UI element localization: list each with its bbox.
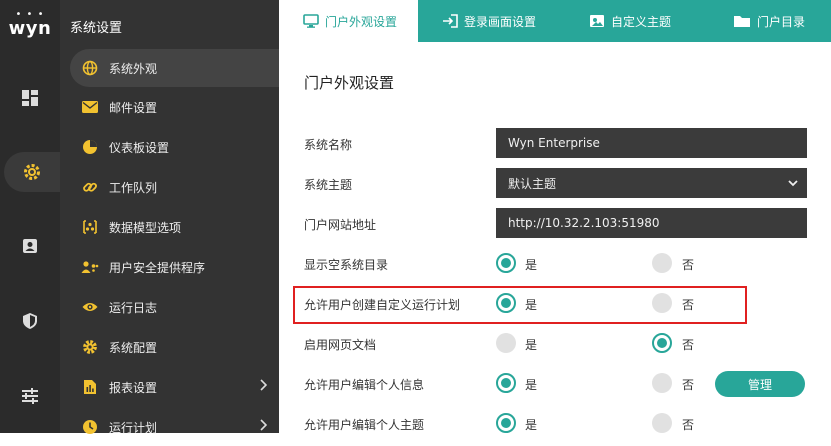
portal-url-value: http://10.32.2.103:51980 <box>508 216 660 230</box>
menu-item-label: 数据模型选项 <box>109 220 182 235</box>
user-card-icon <box>23 239 37 253</box>
tab-label: 自定义主题 <box>611 14 672 29</box>
dashboard-icon <box>22 90 38 106</box>
menu-item-system-config[interactable]: 系统配置 <box>70 328 279 366</box>
tab-login-screen[interactable]: 登录画面设置 <box>442 0 536 42</box>
menu-item-report-settings[interactable]: 报表设置 <box>70 368 279 406</box>
report-icon <box>80 377 100 397</box>
portal-url-input[interactable]: http://10.32.2.103:51980 <box>496 208 807 238</box>
cog-icon <box>80 337 100 357</box>
tab-label: 登录画面设置 <box>464 14 537 29</box>
model-icon <box>80 217 100 237</box>
menu-item-label: 工作队列 <box>109 180 158 195</box>
tab-custom-theme[interactable]: 自定义主题 <box>589 0 671 42</box>
logo-text: wyn <box>8 18 52 39</box>
rail-security-button[interactable] <box>0 301 60 341</box>
option-label: 启用网页文档 <box>304 338 377 352</box>
option-yes-radio[interactable] <box>496 333 516 353</box>
option-yes-radio[interactable] <box>496 253 516 273</box>
menu-item-work-queue[interactable]: 工作队列 <box>70 168 279 206</box>
eye-icon <box>80 297 100 317</box>
settings-menu: 系统设置 系统外观 邮件设置 仪表板设置 工作队列 数据模型选项 用户安全提供程… <box>60 0 279 435</box>
tab-portal-appearance[interactable]: 门户外观设置 <box>279 0 418 42</box>
globe-icon <box>80 58 100 78</box>
manage-button[interactable]: 管理 <box>715 371 805 397</box>
option-yes-label: 是 <box>525 338 538 352</box>
option-yes-label: 是 <box>525 418 538 432</box>
menu-item-label: 系统配置 <box>109 340 158 355</box>
link-icon <box>80 177 100 197</box>
rail-dashboard-button[interactable] <box>0 78 60 118</box>
menu-item-dashboard[interactable]: 仪表板设置 <box>70 128 279 166</box>
chevron-down-icon <box>787 177 799 192</box>
gear-icon <box>24 164 40 180</box>
tab-label: 门户外观设置 <box>325 14 398 29</box>
menu-item-data-model[interactable]: 数据模型选项 <box>70 208 279 246</box>
folder-icon <box>733 14 751 28</box>
login-icon <box>442 14 458 28</box>
menu-item-label: 邮件设置 <box>109 100 158 115</box>
system-name-label: 系统名称 <box>304 138 353 152</box>
menu-item-appearance[interactable]: 系统外观 <box>70 49 279 87</box>
option-label: 显示空系统目录 <box>304 258 389 272</box>
system-name-input[interactable]: Wyn Enterprise <box>496 128 807 158</box>
option-no-label: 否 <box>682 338 695 352</box>
menu-item-label: 系统外观 <box>109 61 158 76</box>
menu-item-mail[interactable]: 邮件设置 <box>70 88 279 126</box>
shield-icon <box>23 313 37 329</box>
tab-portal-directory[interactable]: 门户目录 <box>733 0 805 42</box>
option-no-radio[interactable] <box>652 413 672 433</box>
system-theme-select[interactable]: 默认主题 <box>496 168 807 198</box>
rail-users-button[interactable] <box>0 226 60 266</box>
users-icon <box>80 257 100 277</box>
tab-label: 门户目录 <box>757 14 806 29</box>
clock-icon <box>80 417 100 437</box>
mail-icon <box>80 97 100 117</box>
option-no-radio[interactable] <box>652 373 672 393</box>
pie-chart-icon <box>80 137 100 157</box>
menu-title: 系统设置 <box>70 21 123 36</box>
menu-item-label: 运行日志 <box>109 300 158 315</box>
option-no-label: 否 <box>682 418 695 432</box>
menu-item-label: 报表设置 <box>109 380 158 395</box>
option-yes-radio[interactable] <box>496 373 516 393</box>
menu-item-run-schedule[interactable]: 运行计划 <box>70 408 279 446</box>
option-yes-radio[interactable] <box>496 413 516 433</box>
option-label: 允许用户编辑个人信息 <box>304 378 425 392</box>
system-theme-value: 默认主题 <box>508 176 557 191</box>
settings-tabs: 门户外观设置 登录画面设置 自定义主题 门户目录 <box>279 0 831 42</box>
chevron-right-icon <box>259 419 268 434</box>
monitor-icon <box>303 14 319 28</box>
theme-icon <box>589 14 605 28</box>
system-theme-label: 系统主题 <box>304 178 353 192</box>
rail-settings-button[interactable] <box>4 152 60 192</box>
highlight-box <box>293 286 747 324</box>
option-no-radio[interactable] <box>652 253 672 273</box>
option-no-label: 否 <box>682 378 695 392</box>
menu-item-label: 用户安全提供程序 <box>109 260 206 275</box>
option-yes-label: 是 <box>525 258 538 272</box>
option-no-label: 否 <box>682 258 695 272</box>
option-yes-label: 是 <box>525 378 538 392</box>
menu-item-run-log[interactable]: 运行日志 <box>70 288 279 326</box>
option-label: 允许用户编辑个人主题 <box>304 418 425 432</box>
page-title: 门户外观设置 <box>304 74 395 92</box>
system-name-value: Wyn Enterprise <box>508 136 600 150</box>
chevron-right-icon <box>259 379 268 394</box>
portal-url-label: 门户网站地址 <box>304 218 377 232</box>
app-rail: • • • wyn <box>0 0 60 433</box>
option-no-radio[interactable] <box>652 333 672 353</box>
menu-item-label: 仪表板设置 <box>109 140 170 155</box>
sliders-icon <box>22 388 38 404</box>
menu-item-security-provider[interactable]: 用户安全提供程序 <box>70 248 279 286</box>
rail-config-button[interactable] <box>0 376 60 416</box>
wyn-logo[interactable]: • • • wyn <box>0 10 60 44</box>
